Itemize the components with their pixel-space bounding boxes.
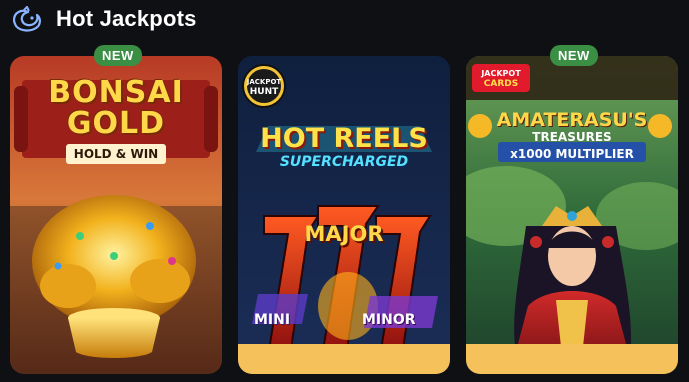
tagline-text: HOLD & WIN — [73, 147, 159, 161]
provider-line-1: JACKPOT — [246, 78, 282, 86]
provider-line-2: CARDS — [483, 79, 519, 89]
logo-line-1: HOT REELS — [260, 123, 428, 154]
card-footer — [466, 344, 678, 374]
logo-tagline: HOLD & WIN — [65, 144, 167, 164]
provider-logo: JACKPOT CARDS — [472, 68, 530, 90]
logo-line-2: SUPERCHARGED — [279, 154, 409, 170]
jackpot-tier-major: MAJOR — [304, 222, 384, 246]
section-title: Hot Jackpots — [56, 6, 197, 31]
logo-line-2: GOLD — [66, 106, 166, 141]
new-badge: NEW — [94, 45, 142, 66]
section-header: Hot Jackpots — [10, 6, 197, 32]
game-card-amaterasus-treasures[interactable]: JACKPOT CARDS AMATERASU'S TREASURES x100… — [466, 56, 678, 374]
game-card-hot-reels[interactable]: JACKPOT HUNT HOT REELS SUPERCHARGED MAJO… — [238, 56, 450, 374]
logo-line-2: TREASURES — [532, 130, 612, 144]
game-thumbnail — [466, 56, 678, 374]
logo-line-1: AMATERASU'S — [496, 109, 648, 131]
logo-tagline: x1000 MULTIPLIER — [510, 147, 634, 161]
game-logo: BONSAI GOLD HOLD & WIN — [10, 78, 222, 164]
game-card-bonsai-gold[interactable]: BONSAI GOLD HOLD & WIN — [10, 56, 222, 374]
dragon-icon — [12, 6, 41, 32]
jackpot-tier-mini: MINI — [254, 312, 291, 328]
provider-logo: JACKPOT HUNT — [243, 77, 285, 97]
new-badge: NEW — [550, 45, 598, 66]
jackpot-tier-minor: MINOR — [362, 312, 416, 328]
game-logo: AMATERASU'S TREASURES x1000 MULTIPLIER — [466, 110, 678, 161]
card-footer — [238, 344, 450, 374]
logo-line-1: BONSAI — [48, 75, 184, 110]
game-logo: HOT REELS SUPERCHARGED — [238, 123, 450, 171]
provider-line-1: JACKPOT — [481, 69, 521, 78]
provider-line-2: HUNT — [249, 87, 279, 97]
game-carousel: BONSAI GOLD HOLD & WIN JACKPOT HUNT HOT … — [10, 56, 680, 376]
